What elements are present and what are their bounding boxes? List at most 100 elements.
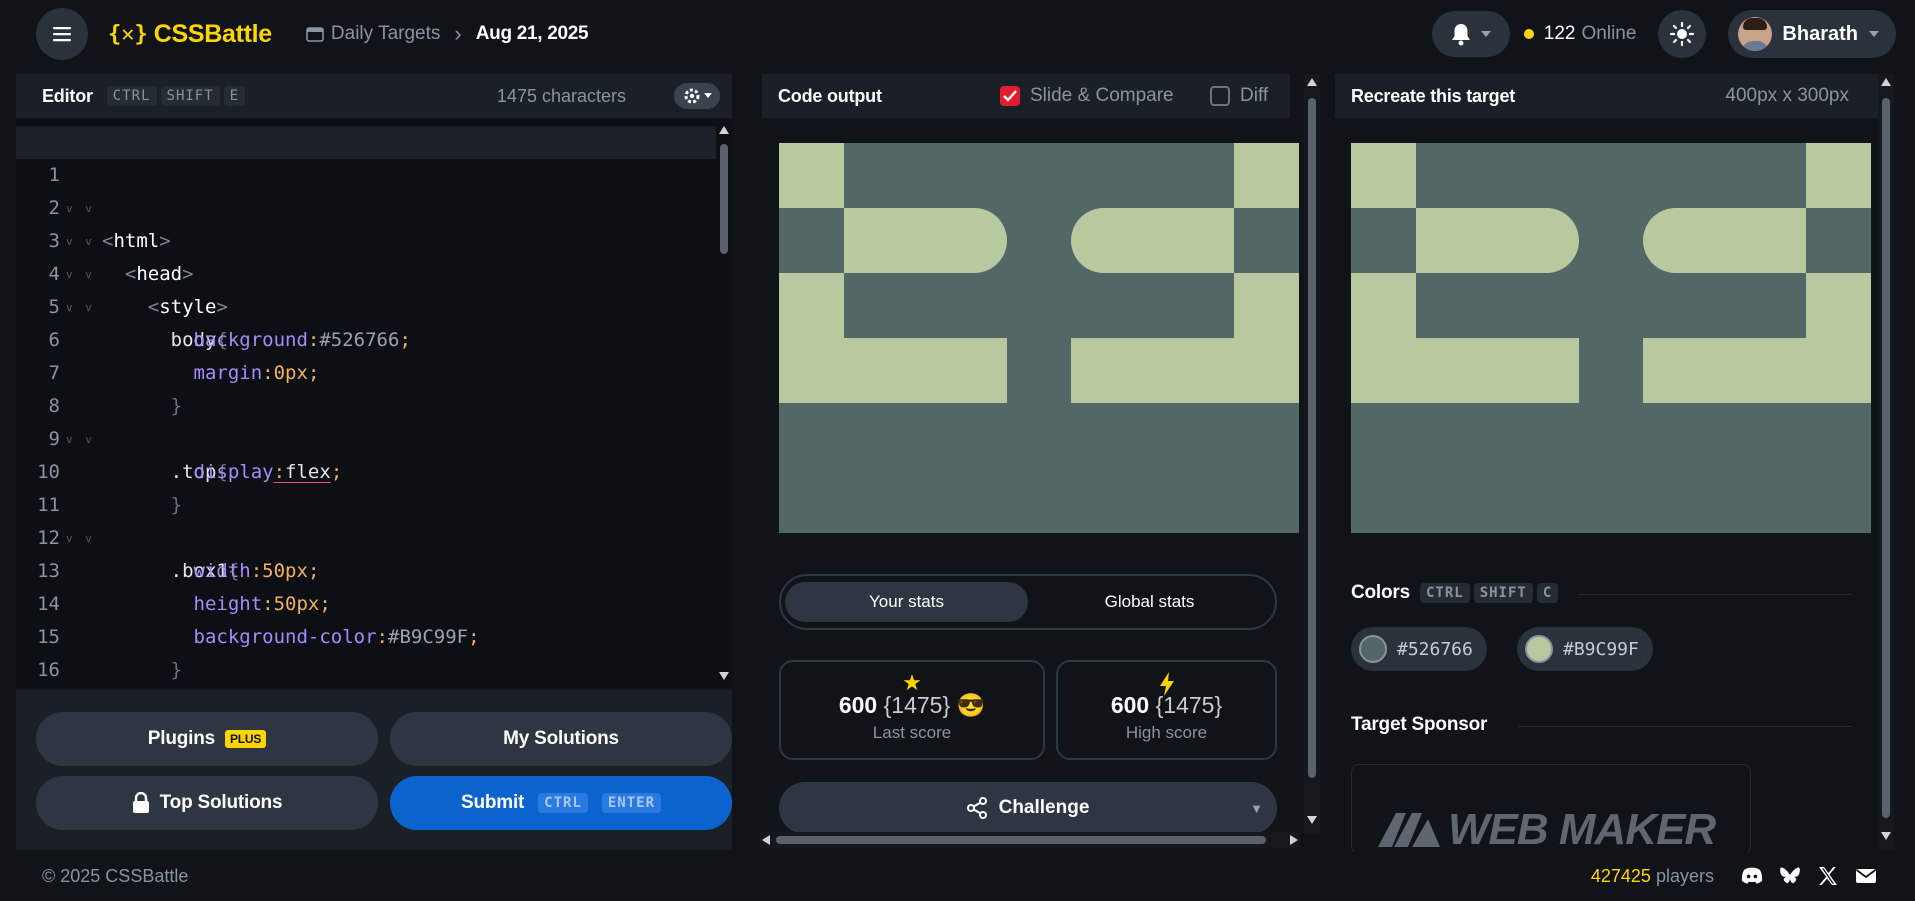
last-score-card: ★ 600 {1475} 😎 Last score (779, 660, 1045, 760)
divider (1518, 726, 1852, 727)
scroll-left-icon[interactable] (762, 835, 770, 845)
chevron-right-icon: › (454, 21, 462, 46)
plus-badge: PLUS (225, 730, 267, 748)
theme-toggle-button[interactable] (1658, 10, 1707, 58)
web-maker-logo-icon (1378, 813, 1440, 847)
high-score-label: High score (1125, 722, 1208, 742)
code-line: 6 margin:0px; (16, 291, 716, 384)
sponsor-card[interactable]: WEB MAKER (1351, 764, 1751, 854)
scrollbar-thumb[interactable] (776, 836, 1266, 844)
top-bar: {✕} CSSBattle Daily Targets › Aug 21, 20… (16, 0, 1896, 68)
shortcut-key: C (1536, 583, 1559, 603)
menu-button[interactable] (36, 8, 88, 60)
line-number: 17 (16, 687, 60, 688)
players-label: players (1655, 866, 1714, 886)
share-icon (966, 797, 987, 819)
color-swatch[interactable]: #526766 (1351, 627, 1487, 671)
calendar-icon (306, 27, 324, 42)
submit-button[interactable]: Submit CTRL ENTER (390, 776, 732, 830)
chevron-down-icon[interactable]: ▼ (1250, 801, 1263, 816)
code-editor[interactable]: 1 v v <html> 2 v v <head> 3 v v <style> … (16, 118, 732, 688)
editor-header: Editor CTRL SHIFT E 1475 characters (16, 74, 732, 118)
code-line: 13 height:50px; (16, 522, 716, 615)
target-dimensions: 400px x 300px (1725, 85, 1849, 106)
shortcut-key: CTRL (538, 793, 588, 813)
output-scrollbar[interactable] (1304, 74, 1320, 834)
breadcrumb-daily-targets[interactable]: Daily Targets (331, 23, 440, 45)
last-score: 600 (838, 691, 878, 718)
my-solutions-button[interactable]: My Solutions (390, 712, 732, 766)
scroll-down-icon[interactable] (1881, 832, 1891, 840)
cool-emoji-icon: 😎 (956, 691, 986, 718)
target-image[interactable] (1351, 143, 1871, 533)
scroll-up-icon[interactable] (719, 126, 729, 134)
top-solutions-button[interactable]: Top Solutions (36, 776, 378, 830)
bell-icon (1451, 24, 1470, 46)
editor-scrollbar[interactable] (716, 118, 732, 688)
copyright: © 2025 CSSBattle (42, 866, 189, 886)
code-output-preview[interactable] (779, 143, 1299, 533)
divider (1578, 594, 1852, 595)
notifications-button[interactable] (1431, 11, 1510, 57)
slide-compare-checkbox[interactable]: Slide & Compare (1000, 85, 1174, 107)
code-line: 10 } (16, 423, 716, 516)
plugins-button[interactable]: Plugins PLUS (36, 712, 378, 766)
logo[interactable]: {✕} CSSBattle (108, 20, 272, 49)
target-scrollbar[interactable] (1878, 74, 1894, 850)
color-hex: #526766 (1397, 638, 1473, 660)
tab-your-stats[interactable]: Your stats (785, 582, 1028, 622)
code-line: 5 background:#526766; (16, 258, 716, 351)
target-header: Recreate this target 400px x 300px (1335, 74, 1879, 118)
online-label: Online (1581, 23, 1637, 44)
color-swatch[interactable]: #B9C99F (1517, 627, 1653, 671)
code-line: 9 display:flex; (16, 390, 716, 483)
shortcut-key: E (223, 86, 246, 106)
scroll-down-icon[interactable] (1307, 816, 1317, 824)
sponsor-heading: Target Sponsor (1351, 714, 1487, 736)
x-twitter-icon[interactable] (1816, 864, 1840, 888)
online-status: 122 Online (1523, 23, 1637, 45)
code-line: 4 v v body{ (16, 225, 716, 351)
slide-compare-label: Slide & Compare (1030, 85, 1174, 106)
diff-checkbox[interactable]: Diff (1210, 85, 1268, 107)
scroll-right-icon[interactable] (1290, 835, 1298, 845)
user-menu-button[interactable]: Bharath (1728, 10, 1896, 58)
discord-icon[interactable] (1740, 864, 1764, 888)
star-icon: ★ (902, 670, 922, 695)
scrollbar-thumb[interactable] (1308, 98, 1316, 778)
diff-label: Diff (1240, 85, 1269, 106)
target-title: Recreate this target (1351, 85, 1516, 106)
character-count: 1475 characters (496, 85, 626, 106)
code-line: 14 background-color:#B9C99F; (16, 555, 716, 648)
color-dot (1359, 635, 1387, 663)
challenge-button[interactable]: Challenge ▼ (779, 782, 1277, 834)
code-line: 7 } (16, 324, 716, 417)
shortcut-key: SHIFT (160, 86, 220, 106)
color-dot (1525, 635, 1553, 663)
code-line: 1 v v <html> (16, 126, 716, 252)
scroll-up-icon[interactable] (1881, 78, 1891, 86)
bluesky-icon[interactable] (1778, 864, 1802, 888)
page-scrollbar[interactable] (1896, 0, 1915, 901)
output-horizontal-scrollbar[interactable] (760, 832, 1300, 848)
scroll-down-icon[interactable] (719, 672, 729, 680)
chevron-down-icon (1480, 31, 1491, 37)
breadcrumb: Daily Targets › Aug 21, 2025 (306, 21, 589, 47)
scroll-up-icon[interactable] (1307, 78, 1317, 86)
checkbox-unchecked-icon (1210, 86, 1230, 106)
color-hex: #B9C99F (1563, 638, 1639, 660)
output-title: Code output (778, 85, 882, 106)
shortcut-key: ENTER (601, 793, 662, 813)
mail-icon[interactable] (1854, 864, 1878, 888)
scrollbar-thumb[interactable] (1882, 98, 1890, 818)
sun-icon (1670, 21, 1695, 47)
tab-global-stats[interactable]: Global stats (1028, 582, 1271, 622)
gear-icon (684, 88, 699, 104)
online-dot-icon (1523, 29, 1534, 39)
top-solutions-label: Top Solutions (159, 792, 283, 813)
lock-icon (132, 792, 149, 813)
scrollbar-thumb[interactable] (720, 144, 728, 254)
high-score: 600 (1110, 691, 1150, 718)
editor-settings-button[interactable] (674, 83, 720, 109)
sponsor-title: Target Sponsor (1351, 714, 1488, 735)
